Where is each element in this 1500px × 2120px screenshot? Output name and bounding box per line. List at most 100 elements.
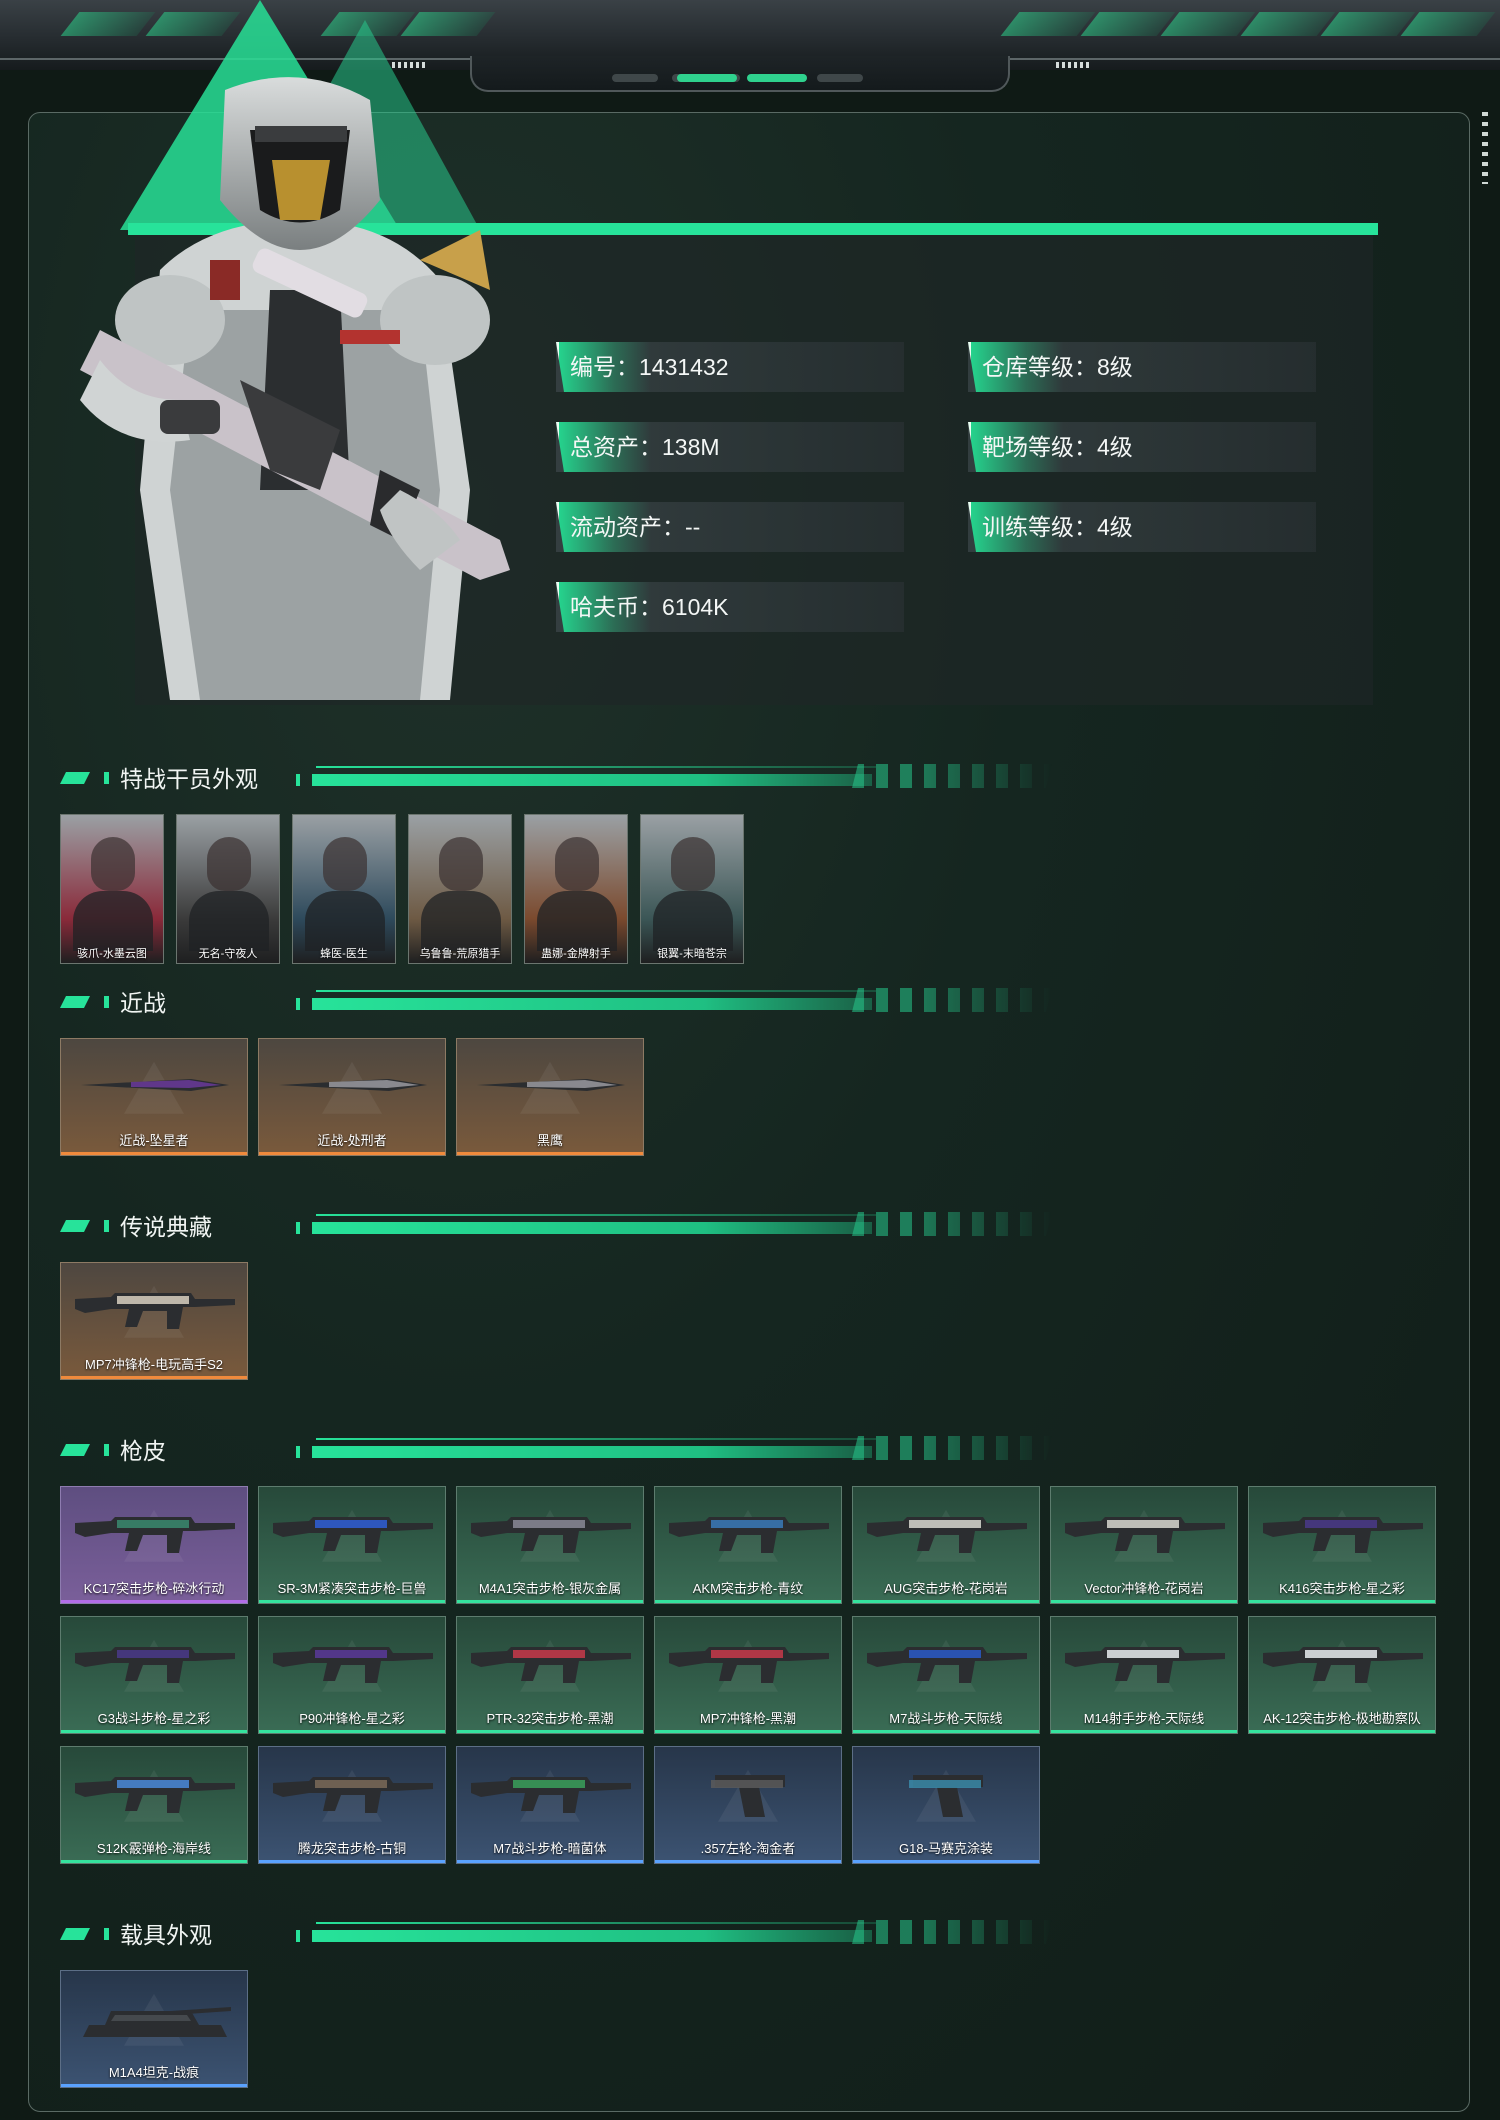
skin-label: AKM突击步枪-青纹 bbox=[692, 1581, 804, 1596]
skin-card[interactable]: .357左轮-淘金者 bbox=[654, 1746, 842, 1864]
weapon-image bbox=[75, 1777, 235, 1813]
skin-label: MP7冲锋枪-黑潮 bbox=[699, 1711, 797, 1726]
operator-card[interactable]: 蛊娜-金牌射手 bbox=[524, 814, 628, 964]
skin-card[interactable]: PTR-32突击步枪-黑潮 bbox=[456, 1616, 644, 1734]
skin-card[interactable]: AK-12突击步枪-极地勘察队 bbox=[1248, 1616, 1436, 1734]
legendary-card[interactable]: MP7冲锋枪-电玩高手S2 bbox=[60, 1262, 248, 1380]
skin-card[interactable]: MP7冲锋枪-黑潮 bbox=[654, 1616, 842, 1734]
skin-card[interactable]: M4A1突击步枪-银灰金属 bbox=[456, 1486, 644, 1604]
stat-text: 流动资产：-- bbox=[570, 514, 701, 540]
rarity-underline bbox=[1249, 1600, 1435, 1603]
weapon-image bbox=[75, 1293, 235, 1329]
rarity-underline bbox=[1051, 1600, 1237, 1603]
operator-body bbox=[305, 891, 385, 951]
rarity-underline bbox=[61, 1152, 247, 1155]
skin-card[interactable]: M7战斗步枪-天际线 bbox=[852, 1616, 1040, 1734]
operator-card[interactable]: 骇爪-水墨云图 bbox=[60, 814, 164, 964]
stat-text: 训练等级：4级 bbox=[982, 514, 1133, 540]
operator-head bbox=[671, 837, 715, 891]
section-line-thin bbox=[316, 1214, 876, 1216]
weapon-image bbox=[1263, 1647, 1423, 1683]
weapon-image bbox=[909, 1775, 983, 1817]
section-title: 载具外观 bbox=[120, 1922, 212, 1948]
section-line-tick bbox=[296, 1446, 300, 1458]
section-line-tick bbox=[296, 774, 300, 786]
stat-text: 编号：1431432 bbox=[570, 354, 729, 380]
stat-text: 总资产：138M bbox=[570, 434, 720, 460]
melee-label: 近战-坠星者 bbox=[119, 1133, 189, 1148]
section-checker bbox=[852, 1920, 1052, 1944]
vehicle-card[interactable]: M1A4坦克-战痕 bbox=[60, 1970, 248, 2088]
skin-card[interactable]: K416突击步枪-星之彩 bbox=[1248, 1486, 1436, 1604]
skin-label: 腾龙突击步枪-古铜 bbox=[297, 1841, 407, 1856]
operator-head bbox=[323, 837, 367, 891]
operator-card[interactable]: 蜂医-医生 bbox=[292, 814, 396, 964]
melee-card[interactable]: 近战-处刑者 bbox=[258, 1038, 446, 1156]
section-checker bbox=[852, 1436, 1052, 1460]
rarity-underline bbox=[259, 1600, 445, 1603]
rarity-underline bbox=[61, 1376, 247, 1379]
section-line-thin bbox=[316, 1922, 876, 1924]
melee-card[interactable]: 近战-坠星者 bbox=[60, 1038, 248, 1156]
melee-card[interactable]: 黑鹰 bbox=[456, 1038, 644, 1156]
skin-label: KC17突击步枪-碎冰行动 bbox=[83, 1581, 225, 1596]
skin-card[interactable]: SR-3M紧凑突击步枪-巨兽 bbox=[258, 1486, 446, 1604]
rarity-underline bbox=[655, 1600, 841, 1603]
section-line-thin bbox=[316, 766, 876, 768]
skin-card[interactable]: S12K霰弹枪-海岸线 bbox=[60, 1746, 248, 1864]
skin-card[interactable]: M14射手步枪-天际线 bbox=[1050, 1616, 1238, 1734]
rarity-underline bbox=[655, 1860, 841, 1863]
section-header-vehicles: 载具外观 bbox=[60, 1920, 1060, 1948]
weapon-image bbox=[669, 1647, 829, 1683]
skin-card[interactable]: P90冲锋枪-星之彩 bbox=[258, 1616, 446, 1734]
section-line bbox=[312, 1222, 872, 1234]
rarity-underline bbox=[457, 1860, 643, 1863]
weapon-image bbox=[273, 1517, 433, 1553]
operator-label: 银翼-末暗苍宗 bbox=[657, 948, 727, 960]
rarity-underline bbox=[1051, 1730, 1237, 1733]
stat-item: 训练等级：4级 bbox=[968, 502, 1316, 552]
section-line-tick bbox=[296, 1930, 300, 1942]
operator-card[interactable]: 乌鲁鲁-荒原猎手 bbox=[408, 814, 512, 964]
section-title: 传说典藏 bbox=[120, 1214, 212, 1240]
skin-label: .357左轮-淘金者 bbox=[700, 1841, 796, 1856]
section-marker bbox=[60, 996, 90, 1008]
melee-label: 黑鹰 bbox=[536, 1133, 563, 1148]
weapon-image bbox=[471, 1647, 631, 1683]
stat-text: 仓库等级：8级 bbox=[982, 354, 1133, 380]
section-line-tick bbox=[296, 1222, 300, 1234]
weapon-image bbox=[477, 1079, 625, 1091]
weapon-image bbox=[273, 1647, 433, 1683]
section-line-tick bbox=[296, 998, 300, 1010]
operator-label: 蛊娜-金牌射手 bbox=[541, 948, 611, 960]
skin-card[interactable]: G3战斗步枪-星之彩 bbox=[60, 1616, 248, 1734]
operator-head bbox=[555, 837, 599, 891]
skin-card[interactable]: 腾龙突击步枪-古铜 bbox=[258, 1746, 446, 1864]
stat-item: 仓库等级：8级 bbox=[968, 342, 1316, 392]
operator-label: 骇爪-水墨云图 bbox=[77, 948, 147, 960]
legendary-label: MP7冲锋枪-电玩高手S2 bbox=[85, 1357, 223, 1372]
weapon-image bbox=[1065, 1517, 1225, 1553]
skin-card[interactable]: Vector冲锋枪-花岗岩 bbox=[1050, 1486, 1238, 1604]
rarity-underline bbox=[61, 2084, 247, 2087]
skin-card[interactable]: M7战斗步枪-暗菌体 bbox=[456, 1746, 644, 1864]
section-title: 枪皮 bbox=[120, 1438, 166, 1464]
operator-label: 乌鲁鲁-荒原猎手 bbox=[419, 948, 501, 960]
skin-label: AK-12突击步枪-极地勘察队 bbox=[1263, 1711, 1421, 1726]
rarity-underline bbox=[1249, 1730, 1435, 1733]
scrollbar-handle[interactable] bbox=[1482, 112, 1488, 184]
skin-card[interactable]: KC17突击步枪-碎冰行动 bbox=[60, 1486, 248, 1604]
weapon-image bbox=[75, 1517, 235, 1553]
section-marker-tick bbox=[104, 1220, 109, 1232]
weapon-image bbox=[1065, 1647, 1225, 1683]
rarity-underline bbox=[259, 1730, 445, 1733]
skin-card[interactable]: AKM突击步枪-青纹 bbox=[654, 1486, 842, 1604]
weapon-image bbox=[711, 1775, 785, 1817]
stat-text: 靶场等级：4级 bbox=[982, 434, 1133, 460]
skin-card[interactable]: G18-马赛克涂装 bbox=[852, 1746, 1040, 1864]
skin-card[interactable]: AUG突击步枪-花岗岩 bbox=[852, 1486, 1040, 1604]
operator-card[interactable]: 无名-守夜人 bbox=[176, 814, 280, 964]
skin-label: P90冲锋枪-星之彩 bbox=[299, 1711, 405, 1726]
weapon-image bbox=[471, 1517, 631, 1553]
operator-card[interactable]: 银翼-末暗苍宗 bbox=[640, 814, 744, 964]
